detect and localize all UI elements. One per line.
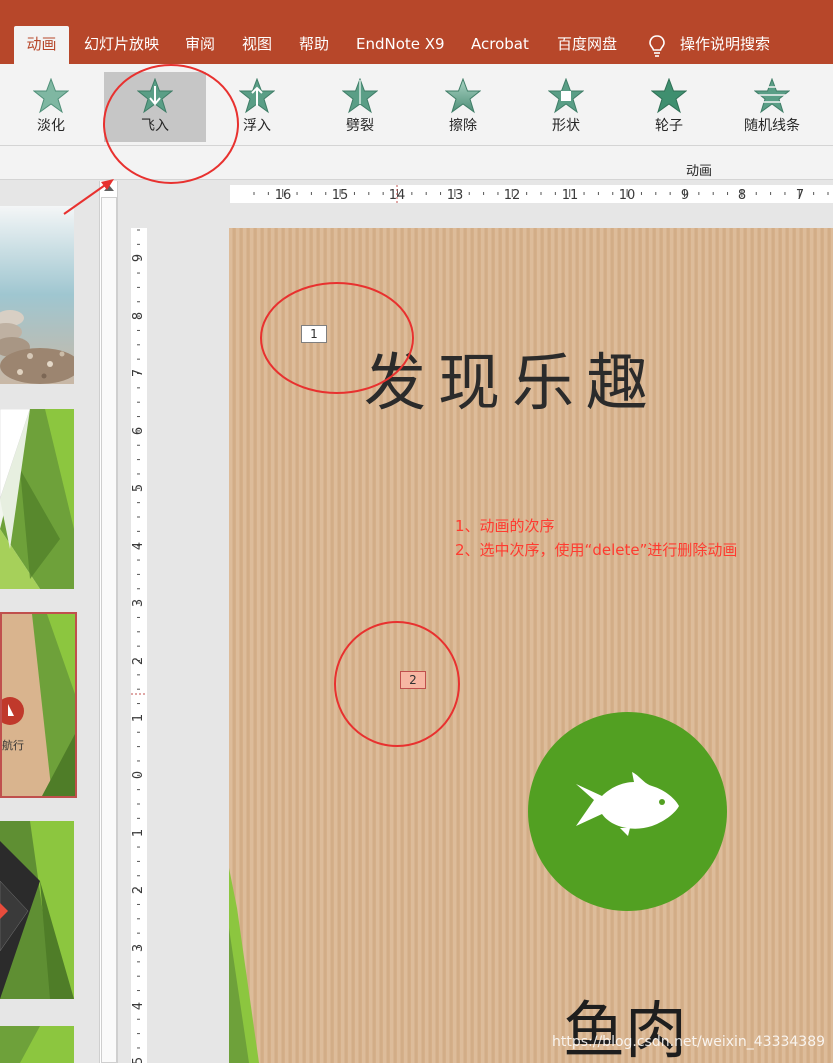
group-label-animation: 动画 (686, 164, 713, 179)
animation-ribbon: 淡化 飞入 浮入 劈裂 擦除 形状 轮子 随机线条 (0, 64, 833, 146)
tab-slideshow[interactable]: 幻灯片放映 (84, 26, 159, 64)
effect-label: 浮入 (243, 118, 271, 134)
scroll-up-arrow-icon[interactable] (104, 185, 114, 191)
effect-wheel[interactable]: 轮子 (619, 72, 719, 144)
slide-thumbnail[interactable] (0, 1026, 74, 1063)
annotation-note: 1、动画的次序 (455, 517, 555, 535)
thumbnail-scrollbar[interactable] (99, 181, 118, 1063)
ruler-tick-label: 5 (131, 1057, 146, 1063)
animation-order-tag-selected[interactable]: 2 (400, 671, 426, 689)
ruler-tick-label: 3 (131, 944, 146, 952)
effect-float-in[interactable]: 浮入 (207, 72, 307, 144)
tab-baidu-netdisk[interactable]: 百度网盘 (557, 26, 617, 64)
effect-label: 擦除 (449, 118, 477, 134)
ruler-tick-label: 8 (131, 312, 146, 320)
ruler-tick-label: 2 (131, 657, 146, 665)
effect-random-bars[interactable]: 随机线条 (722, 72, 822, 144)
effect-label: 劈裂 (346, 118, 374, 134)
slide-thumbnail[interactable] (0, 821, 74, 999)
ruler-tick-label: 13 (447, 188, 464, 203)
ruler-tick-label: 4 (131, 542, 146, 550)
ruler-tick-label: 9 (131, 254, 146, 262)
slide-thumbnail[interactable] (0, 409, 74, 589)
dark-diamond-image (0, 821, 74, 999)
ribbon-group-bar: 动画 (0, 146, 833, 180)
slide-subtitle[interactable]: 鱼肉 (563, 980, 687, 1063)
star-shape-icon (548, 78, 584, 114)
effect-label: 飞入 (141, 118, 169, 134)
ruler-tick-label: 3 (131, 599, 146, 607)
effect-label: 淡化 (37, 118, 65, 134)
star-float-in-icon (239, 78, 275, 114)
ruler-tick-label: 7 (131, 369, 146, 377)
effect-label: 轮子 (655, 118, 683, 134)
ruler-tick-label: 1 (131, 829, 146, 837)
slide-thumbnail-pane: 航行 (0, 181, 99, 1063)
ruler-tick-label: 8 (738, 188, 746, 203)
watermark-text: https://blog.csdn.net/weixin_43334389 (552, 1034, 826, 1050)
star-fly-in-icon (137, 78, 173, 114)
star-random-bars-icon (754, 78, 790, 114)
slide-title[interactable]: 发现乐趣 (364, 332, 660, 422)
ruler-tick-label: 12 (504, 188, 521, 203)
green-polygon-image (0, 409, 74, 589)
ruler-tick-label: 6 (131, 427, 146, 435)
slide-thumbnail[interactable] (0, 206, 74, 384)
star-split-icon (342, 78, 378, 114)
scrollbar-thumb[interactable] (101, 197, 117, 1063)
slide-canvas[interactable]: 1 发现乐趣 1、动画的次序 2、选中次序，使用“delete”进行删除动画 2… (229, 228, 833, 1063)
lightbulb-icon (649, 35, 665, 57)
tab-animations[interactable]: 动画 (14, 26, 69, 64)
ruler-tick-label: 10 (619, 188, 636, 203)
annotation-note: 2、选中次序，使用“delete”进行删除动画 (455, 541, 738, 559)
ruler-tick-label: 0 (131, 771, 146, 779)
fish-circle-shape[interactable] (528, 712, 727, 911)
current-slide-thumbnail-image (2, 614, 75, 796)
effect-label: 随机线条 (744, 118, 800, 134)
star-wipe-icon (445, 78, 481, 114)
tell-me-search[interactable]: 操作说明搜索 (680, 26, 770, 64)
star-icon (33, 78, 69, 114)
pebbles-image (0, 206, 74, 384)
animation-order-tag[interactable]: 1 (301, 325, 327, 343)
green-corner-shape (229, 868, 259, 1063)
slide-thumbnail-selected[interactable]: 航行 (0, 612, 77, 798)
ruler-tick-label: 15 (332, 188, 349, 203)
ruler-tick-label: 11 (562, 188, 579, 203)
tab-review[interactable]: 审阅 (185, 26, 215, 64)
ruler-tick-label: 14 (389, 188, 406, 203)
green-slide-image (0, 1026, 74, 1063)
ruler-tick-label: 16 (275, 188, 292, 203)
ruler-tick-label: 2 (131, 886, 146, 894)
vertical-ruler: 9 8 7 6 5 4 3 2 1 0 1 2 3 4 5 (131, 228, 147, 1063)
star-wheel-icon (651, 78, 687, 114)
tab-acrobat[interactable]: Acrobat (471, 26, 529, 64)
tab-endnote[interactable]: EndNote X9 (356, 26, 445, 64)
tab-help[interactable]: 帮助 (299, 26, 329, 64)
ruler-tick-label: 5 (131, 484, 146, 492)
ribbon-tab-bar: 动画 幻灯片放映 审阅 视图 帮助 EndNote X9 Acrobat 百度网… (0, 0, 833, 64)
horizontal-ruler: 16 15 14 13 12 11 10 9 8 7 (230, 185, 833, 203)
fish-icon (576, 772, 679, 836)
effect-fade[interactable]: 淡化 (1, 72, 101, 144)
thumbnail-caption: 航行 (2, 739, 24, 752)
ruler-tick-label: 1 (131, 714, 146, 722)
ruler-tick-label: 9 (681, 188, 689, 203)
tab-view[interactable]: 视图 (242, 26, 272, 64)
effect-split[interactable]: 劈裂 (310, 72, 410, 144)
effect-wipe[interactable]: 擦除 (413, 72, 513, 144)
effect-shape[interactable]: 形状 (516, 72, 616, 144)
effect-label: 形状 (552, 118, 580, 134)
ruler-tick-label: 7 (796, 188, 804, 203)
effect-fly-in[interactable]: 飞入 (104, 72, 206, 142)
ruler-tick-label: 4 (131, 1002, 146, 1010)
